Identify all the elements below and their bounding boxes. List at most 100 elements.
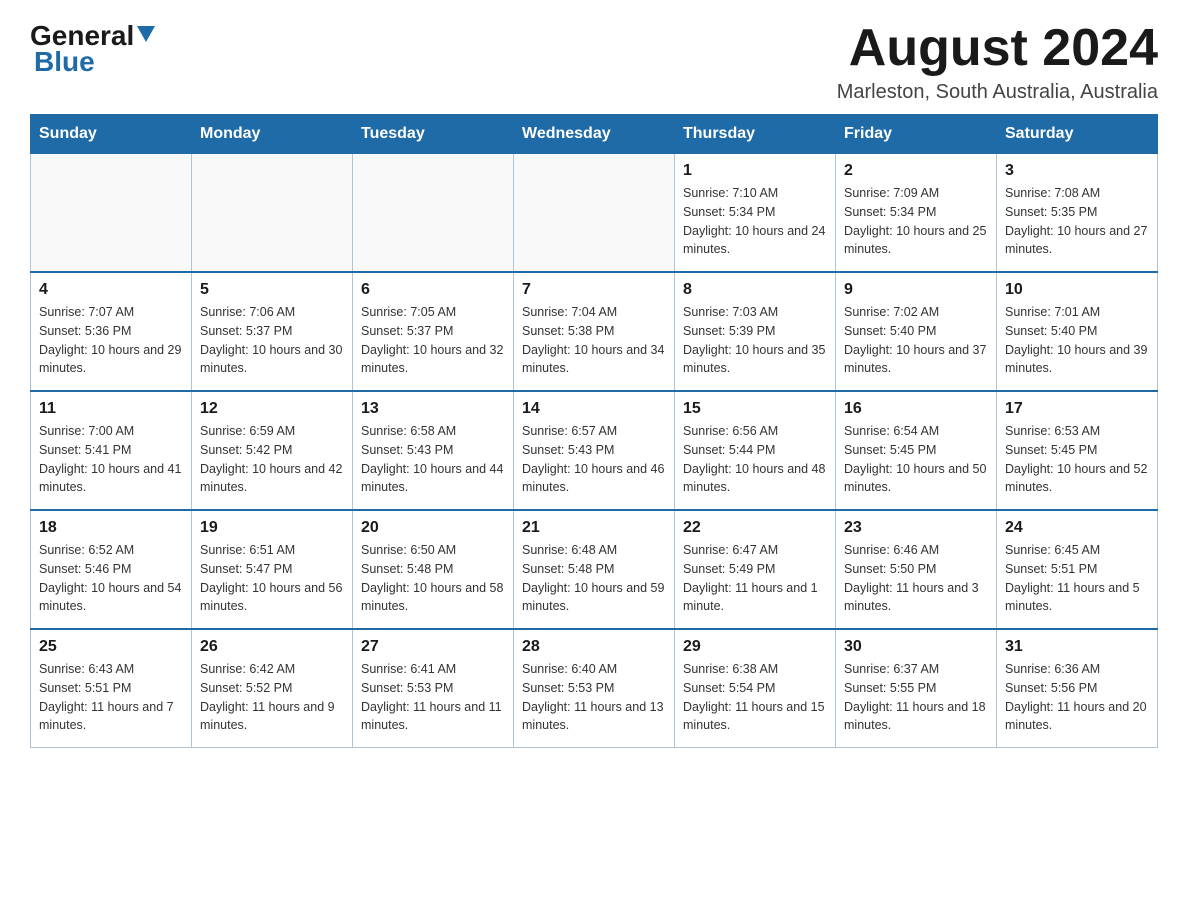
- day-number: 24: [1005, 519, 1149, 537]
- calendar-cell: 31Sunrise: 6:36 AM Sunset: 5:56 PM Dayli…: [997, 629, 1158, 748]
- day-info: Sunrise: 7:07 AM Sunset: 5:36 PM Dayligh…: [39, 303, 183, 378]
- calendar-header-row: SundayMondayTuesdayWednesdayThursdayFrid…: [31, 115, 1158, 154]
- day-info: Sunrise: 6:50 AM Sunset: 5:48 PM Dayligh…: [361, 541, 505, 616]
- calendar-cell: 27 Sunrise: 6:41 AM Sunset: 5:53 PM Dayli…: [353, 629, 514, 748]
- day-number: 11: [39, 400, 183, 418]
- calendar-cell: 13Sunrise: 6:58 AM Sunset: 5:43 PM Dayli…: [353, 391, 514, 510]
- day-number: 6: [361, 281, 505, 299]
- calendar-cell: 20 Sunrise: 6:50 AM Sunset: 5:48 PM Dayli…: [353, 510, 514, 629]
- day-number: 28: [522, 638, 666, 656]
- calendar-cell: 19Sunrise: 6:51 AM Sunset: 5:47 PM Dayli…: [192, 510, 353, 629]
- day-number: 26: [200, 638, 344, 656]
- day-info: Sunrise: 7:06 AM Sunset: 5:37 PM Dayligh…: [200, 303, 344, 378]
- day-number: 12: [200, 400, 344, 418]
- day-number: 13: [361, 400, 505, 418]
- day-info: Sunrise: 6:59 AM Sunset: 5:42 PM Dayligh…: [200, 422, 344, 497]
- calendar-cell: 26 Sunrise: 6:42 AM Sunset: 5:52 PM Dayli…: [192, 629, 353, 748]
- week-row-4: 18 Sunrise: 6:52 AM Sunset: 5:46 PM Dayli…: [31, 510, 1158, 629]
- day-info: Sunrise: 6:38 AM Sunset: 5:54 PM Dayligh…: [683, 660, 827, 735]
- calendar-cell: 2 Sunrise: 7:09 AM Sunset: 5:34 PM Daylig…: [836, 154, 997, 273]
- header-tuesday: Tuesday: [353, 115, 514, 154]
- calendar-cell: 12 Sunrise: 6:59 AM Sunset: 5:42 PM Dayli…: [192, 391, 353, 510]
- day-info: Sunrise: 7:03 AM Sunset: 5:39 PM Dayligh…: [683, 303, 827, 378]
- day-info: Sunrise: 7:08 AM Sunset: 5:35 PM Dayligh…: [1005, 184, 1149, 259]
- day-info: Sunrise: 7:00 AM Sunset: 5:41 PM Dayligh…: [39, 422, 183, 497]
- day-info: Sunrise: 6:43 AM Sunset: 5:51 PM Dayligh…: [39, 660, 183, 735]
- calendar-cell: 28Sunrise: 6:40 AM Sunset: 5:53 PM Dayli…: [514, 629, 675, 748]
- day-info: Sunrise: 6:52 AM Sunset: 5:46 PM Dayligh…: [39, 541, 183, 616]
- day-info: Sunrise: 6:56 AM Sunset: 5:44 PM Dayligh…: [683, 422, 827, 497]
- day-number: 15: [683, 400, 827, 418]
- week-row-1: 1 Sunrise: 7:10 AM Sunset: 5:34 PM Daylig…: [31, 154, 1158, 273]
- day-number: 23: [844, 519, 988, 537]
- calendar-cell: [192, 154, 353, 273]
- calendar-cell: 9 Sunrise: 7:02 AM Sunset: 5:40 PM Daylig…: [836, 272, 997, 391]
- day-number: 21: [522, 519, 666, 537]
- day-number: 1: [683, 162, 827, 180]
- day-number: 27: [361, 638, 505, 656]
- day-number: 2: [844, 162, 988, 180]
- day-info: Sunrise: 6:53 AM Sunset: 5:45 PM Dayligh…: [1005, 422, 1149, 497]
- calendar-cell: 18 Sunrise: 6:52 AM Sunset: 5:46 PM Dayli…: [31, 510, 192, 629]
- calendar-cell: 23 Sunrise: 6:46 AM Sunset: 5:50 PM Dayli…: [836, 510, 997, 629]
- calendar-cell: 6 Sunrise: 7:05 AM Sunset: 5:37 PM Daylig…: [353, 272, 514, 391]
- logo-arrow-icon: [137, 26, 155, 42]
- day-number: 18: [39, 519, 183, 537]
- calendar-cell: 29 Sunrise: 6:38 AM Sunset: 5:54 PM Dayli…: [675, 629, 836, 748]
- calendar-cell: 5 Sunrise: 7:06 AM Sunset: 5:37 PM Daylig…: [192, 272, 353, 391]
- week-row-2: 4Sunrise: 7:07 AM Sunset: 5:36 PM Daylig…: [31, 272, 1158, 391]
- day-info: Sunrise: 6:36 AM Sunset: 5:56 PM Dayligh…: [1005, 660, 1149, 735]
- day-info: Sunrise: 7:02 AM Sunset: 5:40 PM Dayligh…: [844, 303, 988, 378]
- calendar-cell: 3 Sunrise: 7:08 AM Sunset: 5:35 PM Daylig…: [997, 154, 1158, 273]
- day-info: Sunrise: 7:09 AM Sunset: 5:34 PM Dayligh…: [844, 184, 988, 259]
- day-info: Sunrise: 6:47 AM Sunset: 5:49 PM Dayligh…: [683, 541, 827, 616]
- header-monday: Monday: [192, 115, 353, 154]
- week-row-5: 25Sunrise: 6:43 AM Sunset: 5:51 PM Dayli…: [31, 629, 1158, 748]
- logo-blue-text: Blue: [34, 46, 95, 78]
- day-number: 16: [844, 400, 988, 418]
- calendar-cell: 21 Sunrise: 6:48 AM Sunset: 5:48 PM Dayli…: [514, 510, 675, 629]
- calendar-cell: 10Sunrise: 7:01 AM Sunset: 5:40 PM Dayli…: [997, 272, 1158, 391]
- day-number: 20: [361, 519, 505, 537]
- calendar-cell: 8Sunrise: 7:03 AM Sunset: 5:39 PM Daylig…: [675, 272, 836, 391]
- location-text: Marleston, South Australia, Australia: [837, 81, 1158, 104]
- calendar-cell: 11 Sunrise: 7:00 AM Sunset: 5:41 PM Dayli…: [31, 391, 192, 510]
- calendar-cell: 24 Sunrise: 6:45 AM Sunset: 5:51 PM Dayli…: [997, 510, 1158, 629]
- calendar-cell: 7 Sunrise: 7:04 AM Sunset: 5:38 PM Daylig…: [514, 272, 675, 391]
- calendar-table: SundayMondayTuesdayWednesdayThursdayFrid…: [30, 114, 1158, 748]
- header-friday: Friday: [836, 115, 997, 154]
- header-sunday: Sunday: [31, 115, 192, 154]
- calendar-cell: 4Sunrise: 7:07 AM Sunset: 5:36 PM Daylig…: [31, 272, 192, 391]
- calendar-cell: 22 Sunrise: 6:47 AM Sunset: 5:49 PM Dayli…: [675, 510, 836, 629]
- day-info: Sunrise: 7:10 AM Sunset: 5:34 PM Dayligh…: [683, 184, 827, 259]
- day-info: Sunrise: 6:57 AM Sunset: 5:43 PM Dayligh…: [522, 422, 666, 497]
- day-number: 10: [1005, 281, 1149, 299]
- calendar-cell: [31, 154, 192, 273]
- header-saturday: Saturday: [997, 115, 1158, 154]
- header-wednesday: Wednesday: [514, 115, 675, 154]
- day-number: 30: [844, 638, 988, 656]
- day-number: 3: [1005, 162, 1149, 180]
- day-info: Sunrise: 6:37 AM Sunset: 5:55 PM Dayligh…: [844, 660, 988, 735]
- calendar-cell: 25Sunrise: 6:43 AM Sunset: 5:51 PM Dayli…: [31, 629, 192, 748]
- logo: General Blue: [30, 20, 158, 78]
- day-info: Sunrise: 6:51 AM Sunset: 5:47 PM Dayligh…: [200, 541, 344, 616]
- calendar-cell: 1 Sunrise: 7:10 AM Sunset: 5:34 PM Daylig…: [675, 154, 836, 273]
- day-info: Sunrise: 6:46 AM Sunset: 5:50 PM Dayligh…: [844, 541, 988, 616]
- day-info: Sunrise: 6:45 AM Sunset: 5:51 PM Dayligh…: [1005, 541, 1149, 616]
- day-info: Sunrise: 6:41 AM Sunset: 5:53 PM Dayligh…: [361, 660, 505, 735]
- day-info: Sunrise: 7:05 AM Sunset: 5:37 PM Dayligh…: [361, 303, 505, 378]
- day-info: Sunrise: 6:42 AM Sunset: 5:52 PM Dayligh…: [200, 660, 344, 735]
- calendar-cell: 30 Sunrise: 6:37 AM Sunset: 5:55 PM Dayli…: [836, 629, 997, 748]
- day-number: 22: [683, 519, 827, 537]
- day-number: 14: [522, 400, 666, 418]
- day-info: Sunrise: 6:48 AM Sunset: 5:48 PM Dayligh…: [522, 541, 666, 616]
- title-block: August 2024 Marleston, South Australia, …: [837, 20, 1158, 104]
- day-number: 5: [200, 281, 344, 299]
- day-number: 29: [683, 638, 827, 656]
- page-header: General Blue August 2024 Marleston, Sout…: [30, 20, 1158, 104]
- day-number: 9: [844, 281, 988, 299]
- day-info: Sunrise: 7:04 AM Sunset: 5:38 PM Dayligh…: [522, 303, 666, 378]
- day-number: 7: [522, 281, 666, 299]
- day-info: Sunrise: 6:54 AM Sunset: 5:45 PM Dayligh…: [844, 422, 988, 497]
